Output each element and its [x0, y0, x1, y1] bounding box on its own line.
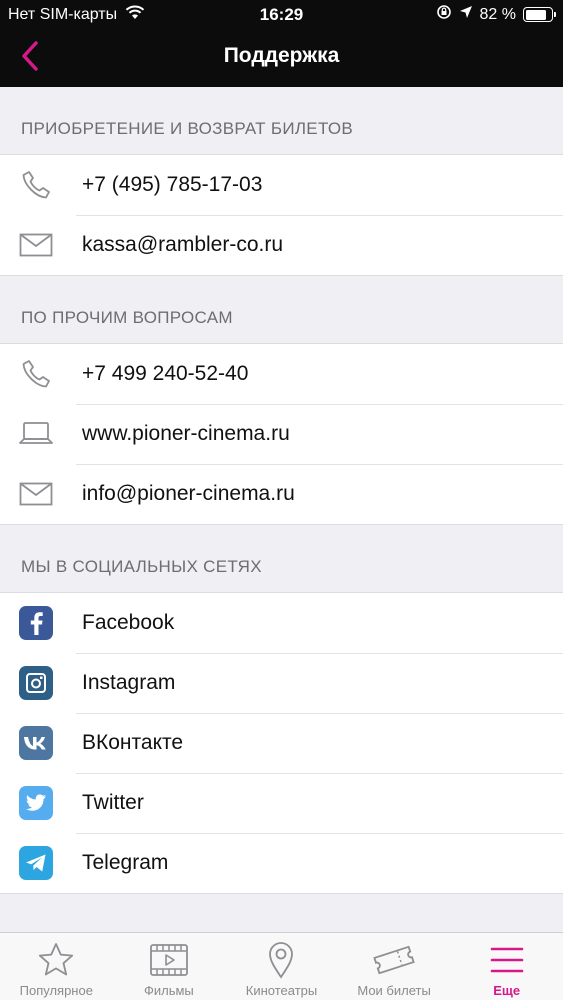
- tab-films[interactable]: Фильмы: [113, 933, 226, 1000]
- section-header-social: МЫ В СОЦИАЛЬНЫХ СЕТЯХ: [21, 557, 262, 576]
- tab-more[interactable]: Еще: [450, 933, 563, 1000]
- website-row[interactable]: www.pioner-cinema.ru: [0, 404, 563, 464]
- vk-icon: [0, 713, 76, 773]
- other-email-label: info@pioner-cinema.ru: [82, 482, 295, 505]
- laptop-icon: [0, 404, 76, 464]
- section-header-other: ПО ПРОЧИМ ВОПРОСАМ: [21, 308, 233, 327]
- battery-icon: [523, 7, 556, 22]
- other-phone-label: +7 499 240-52-40: [82, 362, 249, 385]
- tab-my-tickets-label: Мои билеты: [357, 983, 431, 998]
- film-icon: [149, 941, 189, 979]
- twitter-row[interactable]: Twitter: [0, 773, 563, 833]
- facebook-row[interactable]: Facebook: [0, 593, 563, 653]
- location-arrow-icon: [459, 5, 473, 24]
- section-header-tickets: ПРИОБРЕТЕНИЕ И ВОЗВРАТ БИЛЕТОВ: [21, 119, 354, 138]
- other-email-row[interactable]: info@pioner-cinema.ru: [0, 464, 563, 524]
- star-icon: [37, 941, 75, 979]
- twitter-icon: [0, 773, 76, 833]
- group-social: Facebook Instagram ВКонтакте Twitter Tel…: [0, 592, 563, 894]
- twitter-label: Twitter: [82, 791, 144, 814]
- vk-row[interactable]: ВКонтакте: [0, 713, 563, 773]
- tab-cinemas-label: Кинотеатры: [245, 983, 318, 998]
- menu-icon: [490, 941, 524, 979]
- status-bar: Нет SIM-карты 16:29 82 %: [0, 0, 563, 30]
- other-phone-row[interactable]: +7 499 240-52-40: [0, 344, 563, 404]
- tab-more-label: Еще: [493, 983, 521, 998]
- website-label: www.pioner-cinema.ru: [82, 422, 290, 445]
- support-list[interactable]: ПРИОБРЕТЕНИЕ И ВОЗВРАТ БИЛЕТОВ +7 (495) …: [0, 87, 563, 932]
- tab-bar: Популярное Фильмы Кинотеатры Мои билеты …: [0, 932, 563, 1000]
- mail-icon: [0, 464, 76, 524]
- rotation-lock-icon: [436, 4, 452, 25]
- phone-icon: [0, 344, 76, 404]
- tickets-email-label: kassa@rambler-co.ru: [82, 233, 284, 256]
- tab-popular-label: Популярное: [19, 983, 93, 998]
- mail-icon: [0, 215, 76, 275]
- instagram-icon: [0, 653, 76, 713]
- instagram-row[interactable]: Instagram: [0, 653, 563, 713]
- map-pin-icon: [267, 941, 295, 979]
- tab-my-tickets[interactable]: Мои билеты: [338, 933, 451, 1000]
- page-title: Поддержка: [223, 44, 340, 67]
- phone-icon: [0, 155, 76, 215]
- tickets-phone-label: +7 (495) 785-17-03: [82, 173, 263, 196]
- group-other: +7 499 240-52-40 www.pioner-cinema.ru in…: [0, 343, 563, 525]
- tab-films-label: Фильмы: [143, 983, 194, 998]
- status-right: 82 %: [436, 4, 556, 25]
- tab-cinemas[interactable]: Кинотеатры: [225, 933, 338, 1000]
- battery-percent: 82 %: [479, 5, 516, 23]
- telegram-label: Telegram: [82, 851, 169, 874]
- telegram-row[interactable]: Telegram: [0, 833, 563, 893]
- nav-bar: Поддержка: [0, 30, 563, 87]
- telegram-icon: [0, 833, 76, 893]
- tickets-email-row[interactable]: kassa@rambler-co.ru: [0, 215, 563, 275]
- battery-level: [525, 9, 546, 20]
- tickets-phone-row[interactable]: +7 (495) 785-17-03: [0, 155, 563, 215]
- vk-label: ВКонтакте: [82, 731, 184, 754]
- top-bar: Нет SIM-карты 16:29 82 % Поддержка: [0, 0, 563, 87]
- instagram-label: Instagram: [82, 671, 176, 694]
- ticket-icon: [372, 941, 416, 979]
- group-tickets: +7 (495) 785-17-03 kassa@rambler-co.ru: [0, 154, 563, 276]
- tab-popular[interactable]: Популярное: [0, 933, 113, 1000]
- facebook-icon: [0, 593, 76, 653]
- facebook-label: Facebook: [82, 611, 175, 634]
